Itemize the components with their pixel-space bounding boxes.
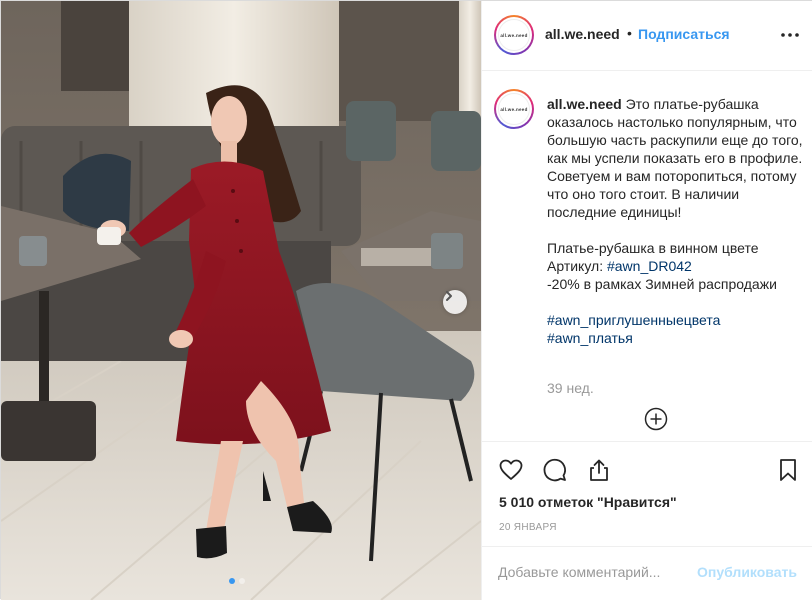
caption-hashtags: #awn_приглушенныецвета #awn_платья [547,311,809,347]
bookmark-icon [780,459,796,481]
chevron-right-icon [446,291,452,301]
hashtag-link[interactable]: #awn_приглушенныецвета [547,311,809,329]
post-date[interactable]: 20 ЯНВАРЯ [499,522,557,533]
instagram-post: all.we.need all.we.need • Подписаться al… [0,0,812,600]
caption-article: Артикул: #awn_DR042 [547,257,809,275]
share-button[interactable] [586,457,612,483]
post-side-panel: all.we.need all.we.need • Подписаться al… [481,1,812,600]
publish-button[interactable]: Опубликовать [697,564,797,580]
carousel-next-button[interactable] [443,290,467,314]
carousel-indicator [229,578,245,584]
comment-input[interactable] [498,562,688,582]
caption-body: Это платье-рубашка оказалось настолько п… [547,96,803,220]
username-link[interactable]: all.we.need [545,26,620,42]
carousel-dot [239,578,245,584]
caption-text: all.we.need Это платье-рубашка оказалось… [547,95,809,365]
save-button[interactable] [775,457,801,483]
likes-count[interactable]: 5 010 отметок "Нравится" [499,494,677,510]
caption-product-name: Платье-рубашка в винном цвете [547,240,759,256]
caption-paragraph-2: Платье-рубашка в винном цвете Артикул: #… [547,239,809,293]
caption-paragraph-1: all.we.need Это платье-рубашка оказалось… [547,95,809,221]
more-horizontal-icon [781,33,799,37]
comment-button[interactable] [542,457,568,483]
heart-icon [499,459,523,480]
more-options-button[interactable] [780,25,800,45]
avatar[interactable]: all.we.need [494,15,534,55]
caption-sale: -20% в рамках Зимней распродажи [547,276,777,292]
share-icon [590,459,608,481]
like-button[interactable] [498,457,524,483]
separator-dot: • [627,25,632,41]
caption-article-prefix: Артикул: [547,258,607,274]
post-photo[interactable] [1,1,481,600]
caption-avatar[interactable]: all.we.need [494,89,534,129]
follow-button[interactable]: Подписаться [638,26,730,42]
comment-form: Опубликовать [482,546,812,600]
plus-circle-icon [644,407,668,431]
avatar-logo: all.we.need [498,93,530,125]
photo-illustration [1,1,481,600]
carousel-dot-active [229,578,235,584]
comment-icon [543,458,566,482]
avatar-border: all.we.need [496,91,532,127]
post-header: all.we.need all.we.need • Подписаться [482,1,812,71]
post-actions: 5 010 отметок "Нравится" 20 ЯНВАРЯ [482,441,812,559]
avatar-logo: all.we.need [498,19,530,51]
hashtag-link[interactable]: #awn_платья [547,329,809,347]
load-more-comments-button[interactable] [644,407,668,431]
caption-time-ago[interactable]: 39 нед. [547,380,594,396]
avatar-border: all.we.need [496,17,532,53]
hashtag-link[interactable]: #awn_DR042 [607,258,692,274]
caption-area: all.we.need all.we.need Это платье-рубаш… [482,71,812,441]
caption-username-link[interactable]: all.we.need [547,96,622,112]
